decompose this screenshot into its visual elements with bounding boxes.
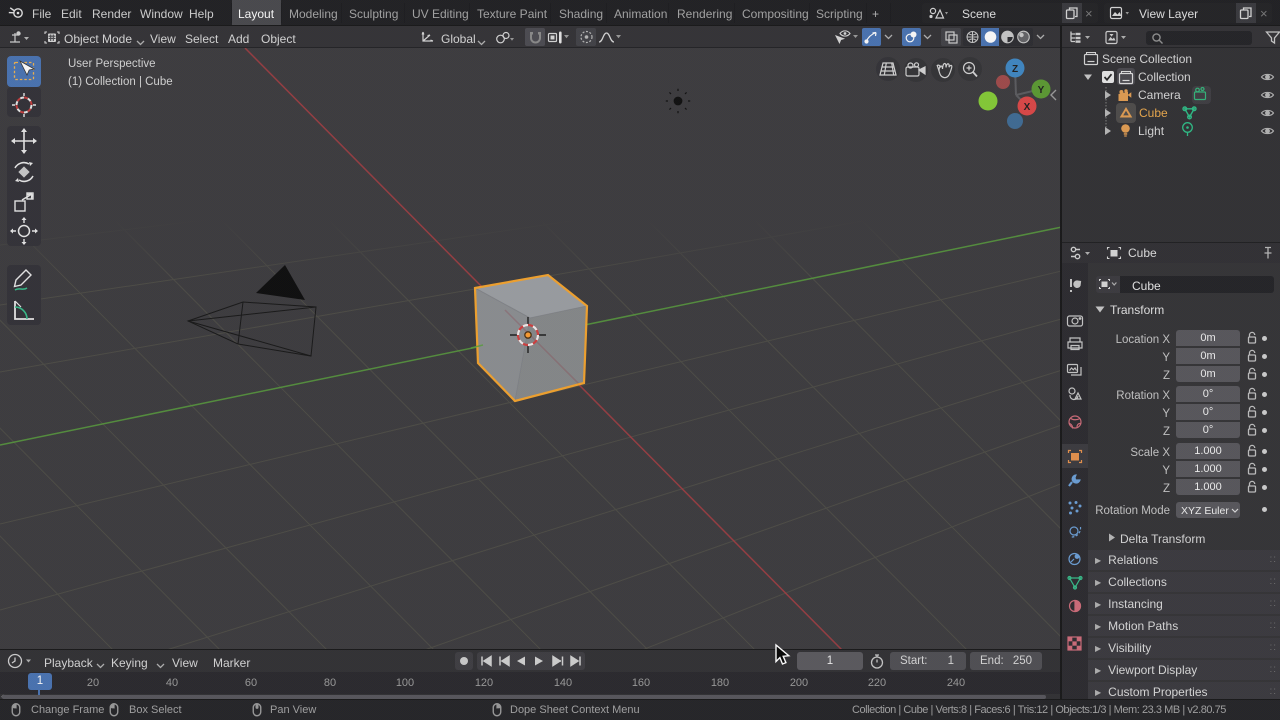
svg-text:X: X xyxy=(1024,102,1031,113)
svg-text:Collection: Collection xyxy=(1138,70,1191,84)
svg-text:Light: Light xyxy=(1138,124,1165,138)
svg-text:Camera: Camera xyxy=(1138,88,1181,102)
svg-text:Z: Z xyxy=(1012,64,1018,75)
svg-text:Y: Y xyxy=(1038,85,1045,96)
svg-text:Cube: Cube xyxy=(1139,106,1168,120)
svg-text:User Perspective: User Perspective xyxy=(68,58,156,70)
svg-text:(1) Collection | Cube: (1) Collection | Cube xyxy=(68,76,173,88)
svg-text:Scene Collection: Scene Collection xyxy=(1102,52,1192,66)
